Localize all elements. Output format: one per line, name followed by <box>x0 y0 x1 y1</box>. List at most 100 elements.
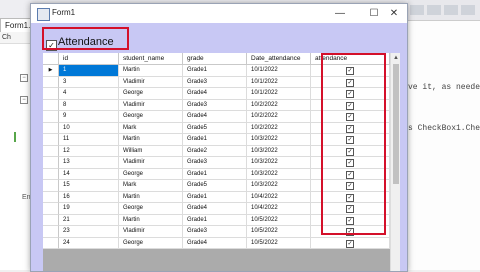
collapse-icon[interactable]: − <box>20 96 28 104</box>
column-header-grade[interactable]: grade <box>183 53 247 65</box>
cell-date-attendance[interactable]: 10/5/2022 <box>247 214 311 226</box>
attendance-cell-checkbox[interactable]: ✓ <box>346 239 354 248</box>
scroll-up-icon[interactable]: ▲ <box>391 53 400 63</box>
cell-student-name[interactable]: Mark <box>119 122 183 134</box>
cell-id[interactable]: 9 <box>59 111 119 123</box>
collapse-icon[interactable]: − <box>20 74 28 82</box>
cell-grade[interactable]: Grade5 <box>183 180 247 192</box>
toolbar-icon[interactable] <box>444 5 458 15</box>
vertical-scrollbar[interactable]: ▲ <box>390 53 400 271</box>
cell-id[interactable]: 10 <box>59 122 119 134</box>
cell-grade[interactable]: Grade4 <box>183 237 247 249</box>
table-row[interactable]: 24 George Grade4 10/5/2022 ✓ <box>43 237 390 249</box>
cell-student-name[interactable]: Vladimir <box>119 99 183 111</box>
cell-grade[interactable]: Grade1 <box>183 134 247 146</box>
cell-student-name[interactable]: Martin <box>119 65 183 77</box>
cell-student-name[interactable]: Martin <box>119 191 183 203</box>
cell-grade[interactable]: Grade4 <box>183 111 247 123</box>
row-header[interactable] <box>43 157 59 169</box>
cell-date-attendance[interactable]: 10/3/2022 <box>247 180 311 192</box>
cell-id[interactable]: 12 <box>59 145 119 157</box>
cell-date-attendance[interactable]: 10/1/2022 <box>247 76 311 88</box>
cell-id[interactable]: 19 <box>59 203 119 215</box>
row-header[interactable] <box>43 191 59 203</box>
row-header[interactable] <box>43 214 59 226</box>
cell-student-name[interactable]: George <box>119 203 183 215</box>
cell-id[interactable]: 11 <box>59 134 119 146</box>
cell-grade[interactable]: Grade3 <box>183 157 247 169</box>
cell-grade[interactable]: Grade5 <box>183 122 247 134</box>
cell-grade[interactable]: Grade3 <box>183 226 247 238</box>
column-header-student-name[interactable]: student_name <box>119 53 183 65</box>
row-header[interactable] <box>43 145 59 157</box>
column-header-date-attendance[interactable]: Date_attendance <box>247 53 311 65</box>
cell-id[interactable]: 21 <box>59 214 119 226</box>
cell-student-name[interactable]: Martin <box>119 214 183 226</box>
cell-attendance[interactable]: ✓ <box>311 237 390 249</box>
cell-date-attendance[interactable]: 10/4/2022 <box>247 203 311 215</box>
cell-grade[interactable]: Grade1 <box>183 191 247 203</box>
row-header[interactable] <box>43 134 59 146</box>
cell-grade[interactable]: Grade4 <box>183 88 247 100</box>
row-header[interactable] <box>43 76 59 88</box>
cell-student-name[interactable]: Vladimir <box>119 226 183 238</box>
cell-date-attendance[interactable]: 10/5/2022 <box>247 237 311 249</box>
cell-grade[interactable]: Grade3 <box>183 76 247 88</box>
row-header[interactable]: ▶ <box>43 65 59 77</box>
cell-id[interactable]: 24 <box>59 237 119 249</box>
row-header[interactable] <box>43 99 59 111</box>
cell-id[interactable]: 3 <box>59 76 119 88</box>
close-button[interactable]: ✕ <box>381 4 407 23</box>
cell-date-attendance[interactable]: 10/2/2022 <box>247 111 311 123</box>
toolbar-icon[interactable] <box>410 5 424 15</box>
ide-sub-tab[interactable]: Ch <box>0 32 34 44</box>
cell-id[interactable]: 1 <box>59 65 119 77</box>
cell-id[interactable]: 23 <box>59 226 119 238</box>
cell-id[interactable]: 4 <box>59 88 119 100</box>
cell-grade[interactable]: Grade2 <box>183 145 247 157</box>
cell-student-name[interactable]: George <box>119 111 183 123</box>
cell-grade[interactable]: Grade4 <box>183 203 247 215</box>
scroll-thumb[interactable] <box>393 64 399 184</box>
cell-date-attendance[interactable]: 10/3/2022 <box>247 157 311 169</box>
cell-grade[interactable]: Grade3 <box>183 99 247 111</box>
row-header[interactable] <box>43 203 59 215</box>
cell-date-attendance[interactable]: 10/3/2022 <box>247 168 311 180</box>
cell-student-name[interactable]: Vladimir <box>119 76 183 88</box>
row-header[interactable] <box>43 122 59 134</box>
minimize-button[interactable]: — <box>327 4 353 23</box>
cell-student-name[interactable]: Mark <box>119 180 183 192</box>
cell-date-attendance[interactable]: 10/1/2022 <box>247 65 311 77</box>
form-titlebar[interactable]: Form1 — ☐ ✕ <box>31 4 407 23</box>
cell-date-attendance[interactable]: 10/5/2022 <box>247 226 311 238</box>
column-header-id[interactable]: id <box>59 53 119 65</box>
row-header[interactable] <box>43 226 59 238</box>
row-header[interactable] <box>43 237 59 249</box>
cell-id[interactable]: 13 <box>59 157 119 169</box>
row-header[interactable] <box>43 88 59 100</box>
cell-student-name[interactable]: Vladimir <box>119 157 183 169</box>
cell-date-attendance[interactable]: 10/2/2022 <box>247 99 311 111</box>
cell-student-name[interactable]: William <box>119 145 183 157</box>
cell-student-name[interactable]: George <box>119 168 183 180</box>
cell-grade[interactable]: Grade1 <box>183 168 247 180</box>
cell-date-attendance[interactable]: 10/3/2022 <box>247 145 311 157</box>
cell-date-attendance[interactable]: 10/4/2022 <box>247 191 311 203</box>
cell-date-attendance[interactable]: 10/3/2022 <box>247 134 311 146</box>
cell-grade[interactable]: Grade1 <box>183 65 247 77</box>
cell-student-name[interactable]: Martin <box>119 134 183 146</box>
toolbar-icon[interactable] <box>427 5 441 15</box>
cell-student-name[interactable]: George <box>119 237 183 249</box>
row-header[interactable] <box>43 180 59 192</box>
row-header[interactable] <box>43 111 59 123</box>
cell-id[interactable]: 8 <box>59 99 119 111</box>
row-header[interactable] <box>43 168 59 180</box>
cell-id[interactable]: 15 <box>59 180 119 192</box>
cell-student-name[interactable]: George <box>119 88 183 100</box>
toolbar-icon[interactable] <box>461 5 475 15</box>
cell-grade[interactable]: Grade1 <box>183 214 247 226</box>
cell-id[interactable]: 16 <box>59 191 119 203</box>
cell-date-attendance[interactable]: 10/1/2022 <box>247 88 311 100</box>
cell-date-attendance[interactable]: 10/2/2022 <box>247 122 311 134</box>
cell-id[interactable]: 14 <box>59 168 119 180</box>
